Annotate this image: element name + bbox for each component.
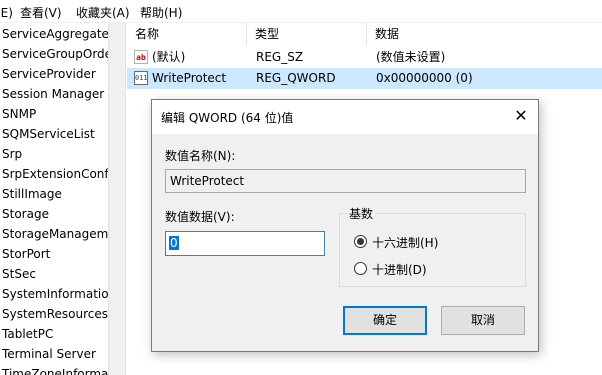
value-type: REG_QWORD [256, 71, 336, 85]
radio-dec-indicator[interactable] [354, 262, 367, 275]
tree-item[interactable]: Terminal Server [2, 344, 96, 364]
menu-view[interactable]: 查看(V) [20, 4, 62, 21]
binary-value-icon: 011 [134, 71, 148, 85]
tree-item[interactable]: TimeZoneInforma [2, 364, 108, 375]
base-groupbox: 基数 十六进制(H) 十进制(D) [339, 205, 526, 287]
tree-item[interactable]: SNMP [2, 104, 36, 124]
value-type: REG_SZ [256, 50, 304, 64]
cancel-button[interactable]: 取消 [441, 306, 525, 335]
value-data: 0x00000000 (0) [376, 71, 473, 85]
close-icon[interactable]: ✕ [504, 100, 538, 134]
base-label: 基数 [347, 205, 376, 222]
column-header-name[interactable]: 名称 [127, 23, 247, 46]
column-header-type[interactable]: 类型 [247, 23, 367, 46]
tree-item[interactable]: ServiceGroupOrde [2, 44, 108, 64]
edit-qword-dialog: 编辑 QWORD (64 位)值 ✕ 数值名称(N): WriteProtect… [151, 99, 539, 352]
menu-favorites[interactable]: 收藏夹(A) [76, 4, 130, 21]
menu-help[interactable]: 帮助(H) [140, 4, 182, 21]
value-data-input[interactable]: 0 [165, 231, 325, 256]
list-row[interactable]: ab (默认) REG_SZ (数值未设置) [127, 47, 602, 68]
column-header-data[interactable]: 数据 [367, 23, 602, 46]
ok-button[interactable]: 确定 [343, 306, 427, 335]
value-data-label: 数值数据(V): [165, 210, 235, 224]
menu-bar: 编辑(E) 查看(V) 收藏夹(A) 帮助(H) [0, 0, 602, 23]
tree-item[interactable]: ServiceAggregate [2, 24, 108, 44]
tree-item[interactable]: ServiceProvider [2, 64, 96, 84]
value-name: WriteProtect [152, 71, 227, 85]
pane-splitter[interactable] [108, 23, 126, 375]
tree-item[interactable]: Storage [2, 204, 49, 224]
tree-item[interactable]: StillImage [2, 184, 62, 204]
dialog-title: 编辑 QWORD (64 位)值 [161, 111, 294, 125]
radio-hex-indicator[interactable] [354, 235, 367, 248]
value-name-label: 数值名称(N): [165, 149, 236, 163]
value-data-text: 0 [169, 236, 179, 250]
tree-item[interactable]: StorPort [2, 244, 50, 264]
tree-item[interactable]: StorageManagem [2, 224, 108, 244]
string-value-icon: ab [134, 50, 148, 64]
list-header: 名称 类型 数据 [127, 23, 602, 46]
tree-item[interactable]: SystemResources [2, 304, 108, 324]
tree-item[interactable]: Srp [2, 144, 22, 164]
dialog-title-bar[interactable]: 编辑 QWORD (64 位)值 ✕ [152, 100, 538, 134]
tree-item[interactable]: Session Manager [2, 84, 104, 104]
tree-item[interactable]: SQMServiceList [2, 124, 95, 144]
tree-item[interactable]: StSec [2, 264, 36, 284]
radio-hex-label: 十六进制(H) [372, 236, 439, 250]
value-name-field: WriteProtect [165, 169, 526, 193]
registry-key-tree: ServiceAggregate ServiceGroupOrde Servic… [0, 23, 108, 375]
radio-dec-label: 十进制(D) [372, 263, 427, 277]
value-name: (默认) [152, 50, 186, 64]
value-data: (数值未设置) [376, 50, 446, 64]
tree-item[interactable]: TabletPC [2, 324, 53, 344]
tree-item[interactable]: SrpExtensionConfi [2, 164, 108, 184]
list-row-selected[interactable]: 011 WriteProtect REG_QWORD 0x00000000 (0… [127, 68, 602, 89]
menu-edit[interactable]: 编辑(E) [0, 4, 13, 21]
tree-item[interactable]: SystemInformatio [2, 284, 108, 304]
